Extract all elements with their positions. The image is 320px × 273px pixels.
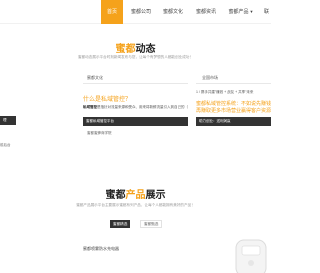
- nav-label: 联: [263, 9, 269, 15]
- chevron-down-icon: ▼: [249, 9, 254, 14]
- excerpt-text: 是指针对流量来源和受众、用来将新鲜流量引入到自己的（: [97, 105, 188, 109]
- news-section-title: 蜜都动态: [0, 40, 271, 55]
- nav-label: 蜜都文化: [162, 9, 183, 15]
- products-title-suffix: 展示: [145, 190, 166, 201]
- nav-item-company[interactable]: 蜜都公司: [126, 0, 156, 24]
- products-title-highlight: 产品: [125, 190, 146, 201]
- right-news-dark-row[interactable]: 助力创业：送利润赢: [196, 117, 271, 126]
- top-nav: 首页 蜜都公司 蜜都文化 蜜都资讯 蜜都产品▼ 联: [0, 0, 271, 24]
- right-news-title-line1[interactable]: 蜜都私域管控系统：不如说先赚钱: [196, 101, 271, 108]
- products-section-title: 蜜都产品展示: [0, 186, 271, 201]
- tab-featured[interactable]: 蜜都精选: [110, 220, 131, 228]
- divider: [83, 83, 188, 84]
- news-col-head-culture[interactable]: 蜜都文化: [87, 75, 103, 81]
- news-list-item[interactable]: 蜜都蜜蜂商学院: [87, 131, 112, 136]
- news-title-rest: 动态: [135, 44, 156, 55]
- news-section-subtitle: 蜜都动态展示平台时刻新闻发布与您，让每个有梦想的人都能创业成功！: [78, 55, 193, 59]
- nav-item-culture[interactable]: 蜜都文化: [158, 0, 188, 24]
- nav-label: 蜜都公司: [130, 9, 151, 15]
- news-article-excerpt: 私域管控是指针对流量来源和受众、用来将新鲜流量引入到自己的（: [83, 105, 188, 110]
- left-card-row[interactable]: 前后台: [0, 143, 11, 148]
- nav-item-home[interactable]: 首页: [101, 0, 123, 24]
- tab-selected[interactable]: 蜜都甄选: [140, 220, 163, 228]
- nav-item-news[interactable]: 蜜都资讯: [191, 0, 221, 24]
- products-section-subtitle: 蜜都产品展示平台主要展示蜜都系列产品，让每个人都能拥有美好的产品！: [76, 203, 195, 207]
- right-news-caption: 1 / 携手共建"赚钱 + 战友 + 共享"未来: [196, 90, 254, 94]
- nav-label: 蜜都资讯: [195, 9, 216, 15]
- nav-item-contact[interactable]: 联: [262, 0, 271, 24]
- news-list-item-active[interactable]: 蜜都私域管控平台: [83, 117, 188, 126]
- right-news-title-line2[interactable]: 再赚取更多市场营业赢得客户资源: [196, 108, 271, 115]
- nav-label: 蜜都产品: [228, 9, 249, 15]
- product-name[interactable]: 蜜都喷雾防水充电器: [83, 246, 119, 252]
- nav-item-products[interactable]: 蜜都产品▼: [224, 0, 258, 24]
- product-image[interactable]: [228, 238, 271, 273]
- news-col-head-market[interactable]: 全国市场: [202, 75, 218, 81]
- excerpt-label: 私域管控: [83, 105, 97, 109]
- nav-label: 首页: [106, 9, 117, 15]
- news-title-highlight: 蜜都: [115, 44, 136, 55]
- divider: [196, 83, 271, 84]
- products-title-prefix: 蜜都: [105, 190, 126, 201]
- news-article-title[interactable]: 什么是私域管控？: [83, 94, 131, 103]
- left-card-dark-row[interactable]: 理: [0, 116, 16, 125]
